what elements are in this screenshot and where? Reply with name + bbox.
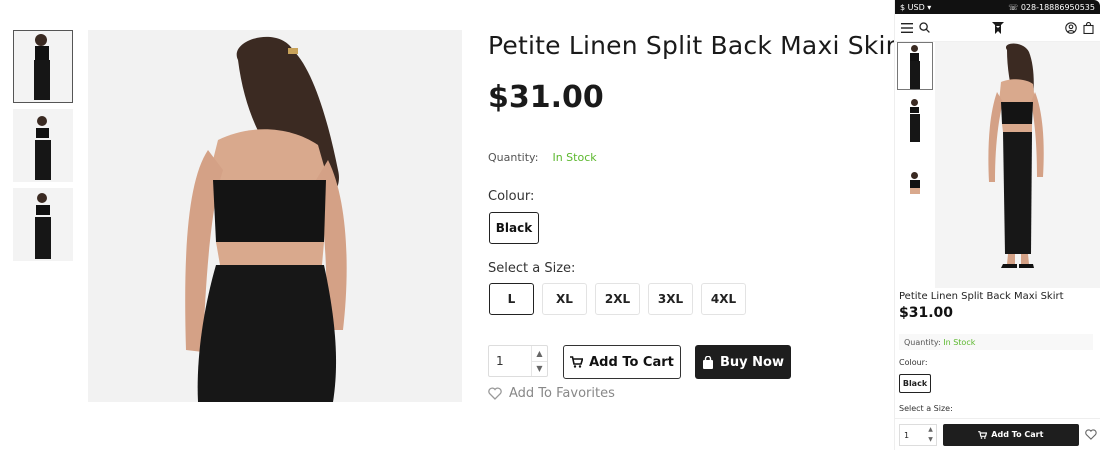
stock-info: Quantity: In Stock: [488, 151, 597, 164]
thumbnail-list: [13, 30, 75, 267]
bag-icon: [703, 355, 713, 369]
mobile-size-label: Select a Size:: [899, 404, 953, 413]
mobile-product-price: $31.00: [899, 305, 954, 321]
mobile-quantity-label: Quantity:: [904, 338, 941, 347]
size-option-4xl[interactable]: 4XL: [701, 283, 746, 315]
bag-icon[interactable]: [1083, 21, 1094, 34]
currency-label: $ USD: [900, 2, 925, 12]
mobile-add-to-cart-button[interactable]: Add To Cart: [942, 423, 1080, 446]
mobile-header: [895, 14, 1100, 42]
colour-label: Colour:: [488, 189, 535, 204]
brand-logo[interactable]: [991, 21, 1005, 35]
product-price: $31.00: [488, 80, 604, 115]
size-option-xl[interactable]: XL: [542, 283, 587, 315]
mobile-thumbnail-1[interactable]: [897, 42, 933, 90]
mobile-top-bar: $ USD ▾ ☏ 028-18886950535: [895, 0, 1100, 14]
menu-icon[interactable]: [901, 22, 913, 33]
quantity-label: Quantity:: [488, 151, 539, 164]
quantity-stepper[interactable]: 1 ▲ ▼: [488, 345, 548, 377]
mobile-main-image[interactable]: [935, 42, 1100, 288]
heart-icon: [488, 387, 502, 400]
thumbnail-3[interactable]: [13, 188, 73, 261]
mobile-add-to-cart-label: Add To Cart: [991, 430, 1044, 439]
mobile-stock-info: Quantity: In Stock: [899, 334, 1093, 350]
mobile-quantity-decrease-icon[interactable]: ▼: [926, 435, 936, 445]
phone-number: 028-18886950535: [1020, 2, 1095, 12]
phone-icon: ☏: [1008, 2, 1019, 12]
cart-icon: [570, 356, 584, 368]
add-to-cart-label: Add To Cart: [589, 354, 674, 370]
product-title: Petite Linen Split Back Maxi Skirt: [488, 31, 907, 60]
product-main-image[interactable]: [88, 30, 462, 402]
mobile-thumbnail-list: [897, 42, 933, 198]
add-to-cart-button[interactable]: Add To Cart: [563, 345, 681, 379]
cart-icon: [978, 430, 988, 439]
add-to-favorites-link[interactable]: Add To Favorites: [488, 386, 615, 401]
mobile-thumbnail-2[interactable]: [897, 94, 933, 142]
size-option-l[interactable]: L: [489, 283, 534, 315]
quantity-decrease-icon[interactable]: ▼: [532, 362, 547, 377]
quantity-increase-icon[interactable]: ▲: [532, 346, 547, 362]
mobile-gallery: [895, 42, 1100, 288]
mobile-quantity-increase-icon[interactable]: ▲: [926, 425, 936, 435]
mobile-colour-label: Colour:: [899, 358, 928, 367]
quantity-input[interactable]: 1: [489, 346, 531, 376]
mobile-product-title: Petite Linen Split Back Maxi Skirt: [899, 291, 1064, 302]
buy-now-button[interactable]: Buy Now: [695, 345, 791, 379]
thumbnail-1[interactable]: [13, 30, 73, 103]
mobile-colour-option-black[interactable]: Black: [899, 374, 931, 393]
buy-now-label: Buy Now: [720, 354, 784, 370]
mobile-heart-icon[interactable]: [1085, 429, 1097, 440]
mobile-quantity-stepper[interactable]: 1 ▲ ▼: [899, 423, 937, 446]
stock-status: In Stock: [552, 151, 597, 164]
mobile-stock-status: In Stock: [943, 338, 976, 347]
currency-selector[interactable]: $ USD ▾: [900, 3, 931, 12]
favorites-label: Add To Favorites: [509, 386, 615, 401]
size-option-3xl[interactable]: 3XL: [648, 283, 693, 315]
colour-option-black[interactable]: Black: [489, 212, 539, 244]
search-icon[interactable]: [919, 22, 930, 33]
size-label: Select a Size:: [488, 261, 576, 276]
size-option-2xl[interactable]: 2XL: [595, 283, 640, 315]
mobile-bottom-bar: 1 ▲ ▼ Add To Cart: [895, 418, 1100, 450]
mobile-preview: $ USD ▾ ☏ 028-18886950535 Petite Linen S…: [894, 0, 1100, 450]
size-options: L XL 2XL 3XL 4XL: [489, 283, 746, 315]
user-icon[interactable]: [1065, 21, 1077, 34]
mobile-quantity-input[interactable]: 1: [900, 425, 926, 445]
mobile-thumbnail-3[interactable]: [897, 146, 933, 194]
phone-contact[interactable]: ☏ 028-18886950535: [1008, 3, 1095, 12]
thumbnail-2[interactable]: [13, 109, 73, 182]
